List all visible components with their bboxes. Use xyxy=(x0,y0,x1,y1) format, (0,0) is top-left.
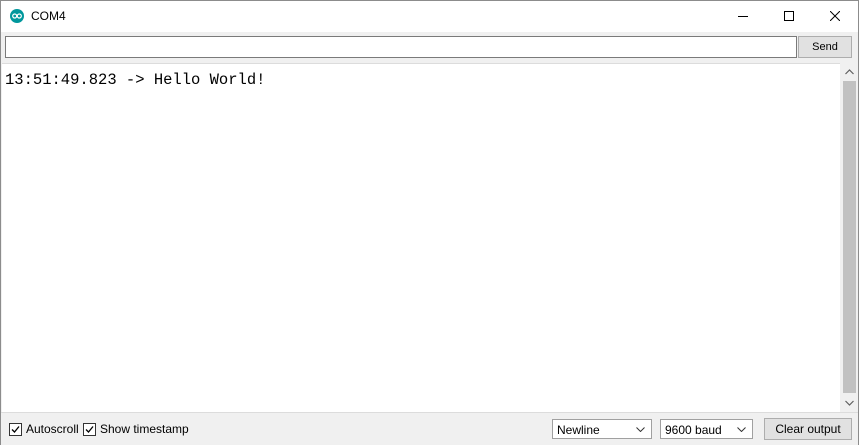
show-timestamp-checkbox[interactable]: Show timestamp xyxy=(83,422,189,436)
checkbox-box[interactable] xyxy=(83,422,96,436)
baud-rate-select[interactable]: 9600 baud xyxy=(660,419,753,439)
send-input[interactable] xyxy=(5,36,797,58)
maximize-button[interactable] xyxy=(766,1,812,32)
clear-output-button[interactable]: Clear output xyxy=(764,418,852,440)
arduino-icon xyxy=(10,9,24,23)
show-timestamp-label: Show timestamp xyxy=(100,422,189,436)
status-bar: Autoscroll Show timestamp Newline 9600 b… xyxy=(1,412,858,445)
chevron-down-icon xyxy=(636,427,645,432)
checkbox-box[interactable] xyxy=(9,422,22,436)
line-ending-select[interactable]: Newline xyxy=(552,419,652,439)
autoscroll-checkbox[interactable]: Autoscroll xyxy=(9,422,79,436)
checkmark-icon xyxy=(11,425,20,433)
vertical-scrollbar[interactable] xyxy=(841,64,858,412)
maximize-icon xyxy=(784,11,794,21)
serial-output[interactable]: 13:51:49.823 -> Hello World! xyxy=(2,63,840,413)
minimize-button[interactable] xyxy=(720,1,766,32)
chevron-down-icon xyxy=(737,427,746,432)
send-button[interactable]: Send xyxy=(798,36,852,58)
output-line: 13:51:49.823 -> Hello World! xyxy=(5,71,266,89)
send-row: Send xyxy=(1,32,858,63)
title-bar[interactable]: COM4 xyxy=(1,1,858,32)
close-button[interactable] xyxy=(812,1,858,32)
chevron-down-icon xyxy=(845,400,854,406)
scroll-up-button[interactable] xyxy=(841,64,858,81)
scroll-thumb[interactable] xyxy=(843,81,856,393)
window-title: COM4 xyxy=(31,9,66,23)
close-icon xyxy=(830,11,840,21)
minimize-icon xyxy=(738,16,748,17)
serial-monitor-window: COM4 Send 13:51:49.823 -> Hello World! A… xyxy=(0,0,859,445)
chevron-up-icon xyxy=(845,69,854,75)
baud-rate-value: 9600 baud xyxy=(665,423,722,437)
autoscroll-label: Autoscroll xyxy=(26,422,79,436)
scroll-down-button[interactable] xyxy=(841,395,858,412)
checkmark-icon xyxy=(85,425,94,433)
line-ending-value: Newline xyxy=(557,423,600,437)
